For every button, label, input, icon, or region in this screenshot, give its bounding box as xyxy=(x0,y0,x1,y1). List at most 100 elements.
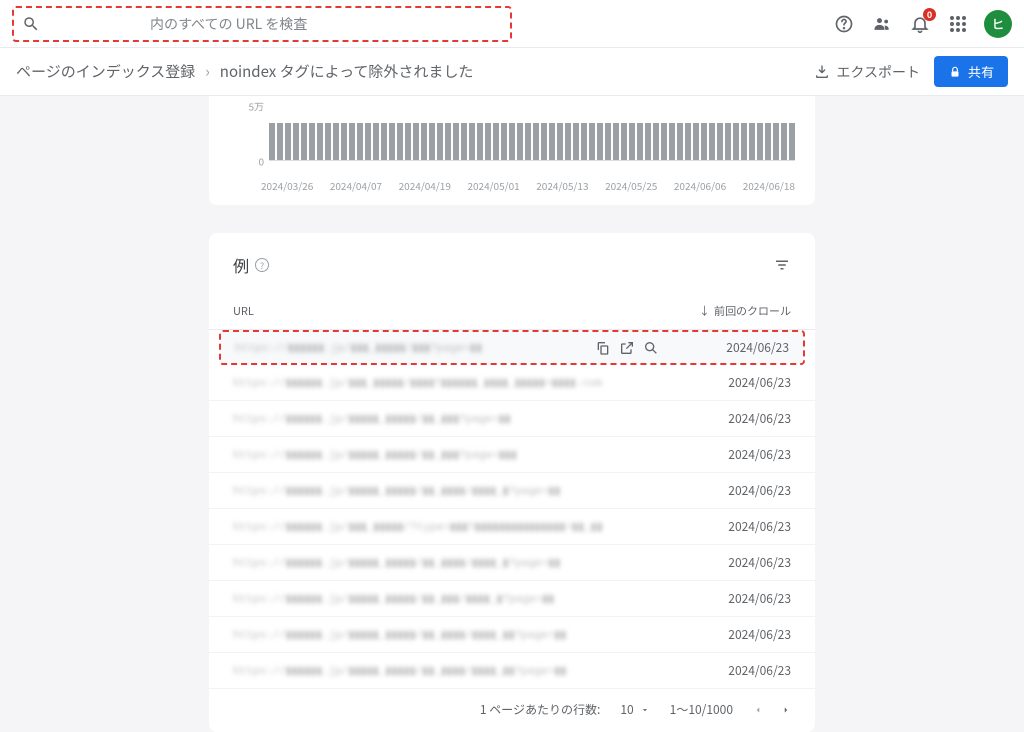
bar xyxy=(701,123,707,160)
bar xyxy=(637,123,643,160)
table-row[interactable]: https://▮▮▮▮▮▮.jp/▮▮▮▮▮_▮▮▮▮▮/▮▮_▮▮▮▮/▮▮… xyxy=(209,617,815,653)
bar xyxy=(661,123,667,160)
table-row[interactable]: https://▮▮▮▮▮▮.jp/▮▮▮▮▮_▮▮▮▮▮/▮▮_▮▮▮?pag… xyxy=(209,437,815,473)
table-row[interactable]: https://▮▮▮▮▮▮.jp/▮▮▮▮▮_▮▮▮▮▮/▮▮_▮▮▮▮/▮▮… xyxy=(209,473,815,509)
inspect-icon[interactable] xyxy=(643,340,659,356)
content: 5万 0 2024/03/262024/04/072024/04/192024/… xyxy=(0,96,1024,732)
table-row[interactable]: https://▮▮▮▮▮▮.jp/▮▮▮▮▮_▮▮▮▮▮/▮▮_▮▮▮▮/▮▮… xyxy=(209,653,815,689)
date-cell: 2024/06/23 xyxy=(681,482,791,499)
bar xyxy=(709,123,715,160)
bar xyxy=(693,123,699,160)
filter-icon[interactable] xyxy=(773,256,791,274)
date-cell: 2024/06/23 xyxy=(679,339,789,356)
date-cell: 2024/06/23 xyxy=(681,518,791,535)
bar xyxy=(389,123,395,160)
help-small-icon[interactable]: ? xyxy=(255,258,269,272)
x-tick: 2024/05/25 xyxy=(605,178,657,193)
apps-icon[interactable] xyxy=(946,12,970,36)
table-row[interactable]: https://▮▮▮▮▮▮.jp/▮▮▮_▮▮▮▮▮/▮▮▮▮?▮▮▮▮▮▮_… xyxy=(209,365,815,401)
top-actions: 0 ヒ xyxy=(832,10,1012,38)
help-icon[interactable] xyxy=(832,12,856,36)
y-tick-1: 0 xyxy=(258,153,264,168)
top-bar: 内のすべての URL を検査 0 ヒ xyxy=(0,0,1024,48)
chart-area: 5万 0 xyxy=(239,106,795,176)
bar xyxy=(501,123,507,160)
table-title-text: 例 xyxy=(233,253,249,277)
bar xyxy=(485,123,491,160)
bar xyxy=(749,123,755,160)
bar xyxy=(405,123,411,160)
next-page-button[interactable] xyxy=(781,704,791,716)
bar xyxy=(733,123,739,160)
url-cell: https://▮▮▮▮▮▮.jp/▮▮▮▮▮_▮▮▮▮▮/▮▮_▮▮▮▮/▮▮… xyxy=(233,664,681,678)
share-button[interactable]: 共有 xyxy=(934,56,1008,87)
search-placeholder: 内のすべての URL を検査 xyxy=(150,14,307,34)
prev-page-button[interactable] xyxy=(753,704,763,716)
export-button[interactable]: エクスポート xyxy=(814,62,920,82)
download-icon xyxy=(814,64,830,80)
x-tick: 2024/04/19 xyxy=(399,178,451,193)
breadcrumb: ページのインデックス登録 › noindex タグによって除外されました xyxy=(16,61,473,82)
x-axis-labels: 2024/03/262024/04/072024/04/192024/05/01… xyxy=(261,178,795,193)
url-cell: https://▮▮▮▮▮▮.jp/▮▮▮▮▮_▮▮▮▮▮/▮▮_▮▮▮▮/▮▮… xyxy=(233,484,681,498)
bar xyxy=(461,123,467,160)
bar xyxy=(725,123,731,160)
date-cell: 2024/06/23 xyxy=(681,554,791,571)
x-tick: 2024/03/26 xyxy=(261,178,313,193)
col-header-url[interactable]: URL xyxy=(233,303,681,319)
people-icon[interactable] xyxy=(870,12,894,36)
url-cell: https://▮▮▮▮▮▮.jp/▮▮▮▮▮_▮▮▮▮▮/▮▮_▮▮▮▮/▮▮… xyxy=(233,628,681,642)
url-cell: https://▮▮▮▮▮▮.jp/▮▮▮▮▮_▮▮▮▮▮/▮▮_▮▮▮/▮▮▮… xyxy=(233,592,681,606)
url-inspect-search[interactable]: 内のすべての URL を検査 xyxy=(12,6,512,42)
bar xyxy=(565,123,571,160)
url-cell: https://▮▮▮▮▮▮.jp/▮▮▮_▮▮▮▮▮/?type=▮▮▮?▮▮… xyxy=(233,520,681,534)
bar xyxy=(597,123,603,160)
bar xyxy=(669,123,675,160)
bar xyxy=(525,123,531,160)
notif-badge: 0 xyxy=(923,8,936,21)
bar xyxy=(445,123,451,160)
breadcrumb-actions: エクスポート 共有 xyxy=(814,56,1008,87)
table-row[interactable]: https://▮▮▮▮▮▮.jp/▮▮▮_▮▮▮▮▮/▮▮▮?page=▮▮ 2… xyxy=(219,330,805,365)
bar xyxy=(469,123,475,160)
breadcrumb-item-0[interactable]: ページのインデックス登録 xyxy=(16,61,195,82)
table-row[interactable]: https://▮▮▮▮▮▮.jp/▮▮▮▮▮_▮▮▮▮▮/▮▮_▮▮▮/▮▮▮… xyxy=(209,581,815,617)
share-label: 共有 xyxy=(968,62,994,81)
col-header-last-crawl[interactable]: ↓ 前回のクロール xyxy=(681,303,791,319)
table-row[interactable]: https://▮▮▮▮▮▮.jp/▮▮▮▮▮_▮▮▮▮▮/▮▮_▮▮▮?pag… xyxy=(209,401,815,437)
bar xyxy=(621,123,627,160)
table-row[interactable]: https://▮▮▮▮▮▮.jp/▮▮▮_▮▮▮▮▮/?type=▮▮▮?▮▮… xyxy=(209,509,815,545)
breadcrumb-item-1[interactable]: noindex タグによって除外されました xyxy=(220,61,474,82)
notifications-icon[interactable]: 0 xyxy=(908,12,932,36)
bar xyxy=(325,123,331,160)
bar xyxy=(293,123,299,160)
bar xyxy=(429,123,435,160)
chevron-right-icon: › xyxy=(205,61,210,82)
examples-table-section: 例 ? URL ↓ 前回のクロール https://▮▮▮▮▮▮.jp/▮▮▮_… xyxy=(209,233,815,732)
bar xyxy=(541,123,547,160)
table-row[interactable]: https://▮▮▮▮▮▮.jp/▮▮▮▮▮_▮▮▮▮▮/▮▮_▮▮▮▮/▮▮… xyxy=(209,545,815,581)
bar xyxy=(509,123,515,160)
copy-icon[interactable] xyxy=(595,340,611,356)
breadcrumb-bar: ページのインデックス登録 › noindex タグによって除外されました エクス… xyxy=(0,48,1024,96)
bar xyxy=(613,123,619,160)
bar xyxy=(269,123,275,160)
y-tick-0: 5万 xyxy=(248,99,264,114)
date-cell: 2024/06/23 xyxy=(681,446,791,463)
bar xyxy=(773,123,779,160)
url-cell: https://▮▮▮▮▮▮.jp/▮▮▮_▮▮▮▮▮/▮▮▮?page=▮▮ xyxy=(235,341,595,355)
bar xyxy=(685,123,691,160)
bar xyxy=(453,123,459,160)
page-range: 1～10/1000 xyxy=(670,701,733,718)
rows-per-page-select[interactable]: 10 xyxy=(620,701,649,718)
bar xyxy=(549,123,555,160)
bar xyxy=(717,123,723,160)
bar xyxy=(493,123,499,160)
url-cell: https://▮▮▮▮▮▮.jp/▮▮▮▮▮_▮▮▮▮▮/▮▮_▮▮▮?pag… xyxy=(233,448,681,462)
bar xyxy=(349,123,355,160)
export-label: エクスポート xyxy=(836,62,920,82)
avatar[interactable]: ヒ xyxy=(984,10,1012,38)
bar xyxy=(757,123,763,160)
open-icon[interactable] xyxy=(619,340,635,356)
url-cell: https://▮▮▮▮▮▮.jp/▮▮▮▮▮_▮▮▮▮▮/▮▮_▮▮▮?pag… xyxy=(233,412,681,426)
